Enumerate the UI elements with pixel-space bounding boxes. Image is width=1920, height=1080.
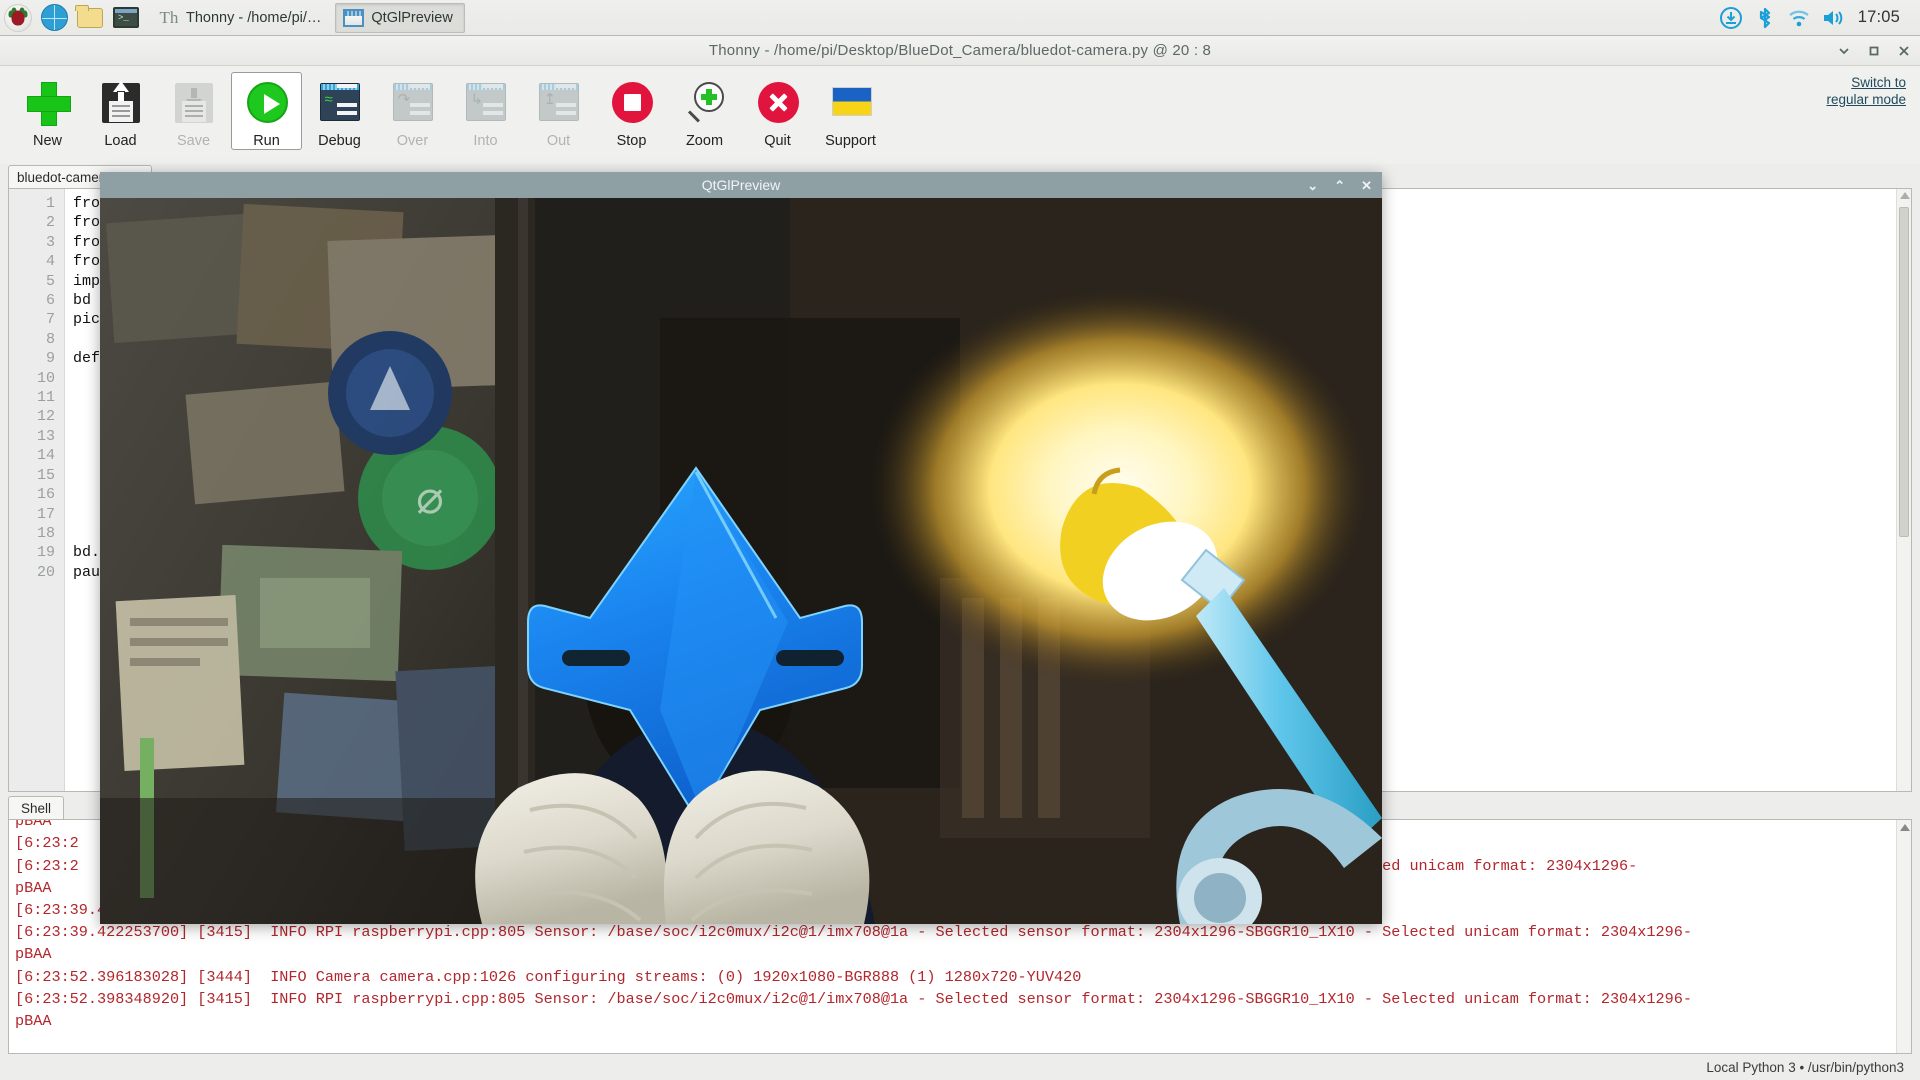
toolbar-button-save[interactable]: Save xyxy=(158,72,229,150)
toolbar-button-over[interactable]: ↷ Over xyxy=(377,72,448,150)
wifi-icon[interactable] xyxy=(1782,0,1816,36)
web-browser-icon[interactable] xyxy=(36,0,72,36)
run-icon xyxy=(243,79,291,127)
thonny-window-controls xyxy=(1836,43,1912,59)
interpreter-status[interactable]: Local Python 3 • /usr/bin/python3 xyxy=(1706,1060,1904,1075)
thonny-window-title: Thonny - /home/pi/Desktop/BlueDot_Camera… xyxy=(0,42,1920,59)
shell-vertical-scrollbar[interactable] xyxy=(1896,820,1911,1053)
raspberry-menu-icon[interactable] xyxy=(0,0,36,36)
line-number-list: 1 2 3 4 5 6 7 8 9 10 11 12 13 14 15 16 1… xyxy=(9,194,64,582)
taskbar-clock[interactable]: 17:05 xyxy=(1850,8,1910,27)
toolbar-button-debug[interactable]: ≈ Debug xyxy=(304,72,375,150)
toolbar-button-stop[interactable]: Stop xyxy=(596,72,667,150)
taskbar-window-qtglpreview[interactable]: QtGlPreview xyxy=(335,3,464,33)
thonny-titlebar: Thonny - /home/pi/Desktop/BlueDot_Camera… xyxy=(0,36,1920,66)
minimize-button[interactable] xyxy=(1836,43,1852,59)
toolbar-label: Debug xyxy=(318,133,361,149)
close-button[interactable]: ✕ xyxy=(1361,179,1372,192)
toolbar-label: Quit xyxy=(764,133,791,149)
zoom-icon xyxy=(681,79,729,127)
step-into-icon: ↳ xyxy=(462,79,510,127)
toolbar-button-support[interactable]: Support xyxy=(815,72,886,150)
debug-icon: ≈ xyxy=(316,79,364,127)
toolbar-button-load[interactable]: Load xyxy=(85,72,156,150)
qtglpreview-window[interactable]: QtGlPreview ⌄ ⌃ ✕ xyxy=(100,172,1382,924)
save-file-icon xyxy=(170,79,218,127)
svg-text:⌀: ⌀ xyxy=(416,470,444,524)
toolbar-label: Support xyxy=(825,133,876,149)
file-manager-icon[interactable] xyxy=(72,0,108,36)
toolbar-label: Save xyxy=(177,133,210,149)
toolbar-label: Over xyxy=(397,133,428,149)
new-file-icon xyxy=(24,79,72,127)
scrollbar-thumb[interactable] xyxy=(1899,207,1909,537)
bluetooth-icon[interactable] xyxy=(1748,0,1782,36)
toolbar-button-new[interactable]: New xyxy=(12,72,83,150)
thonny-statusbar: Local Python 3 • /usr/bin/python3 xyxy=(0,1054,1920,1080)
minimize-button[interactable]: ⌄ xyxy=(1307,179,1318,192)
editor-vertical-scrollbar[interactable] xyxy=(1896,189,1911,791)
qtglpreview-icon xyxy=(343,9,364,27)
qtglpreview-title: QtGlPreview xyxy=(702,177,781,193)
qtglpreview-titlebar[interactable]: QtGlPreview ⌄ ⌃ ✕ xyxy=(100,172,1382,198)
system-tray: 17:05 xyxy=(1714,0,1920,36)
close-button[interactable] xyxy=(1896,43,1912,59)
taskbar-window-thonny[interactable]: Th Thonny - /home/pi/… xyxy=(151,3,333,33)
taskbar-window-label: QtGlPreview xyxy=(371,10,452,26)
maximize-button[interactable] xyxy=(1866,43,1882,59)
toolbar-button-out[interactable]: ↥ Out xyxy=(523,72,594,150)
switch-to-regular-mode-link[interactable]: Switch to regular mode xyxy=(1810,74,1906,108)
toolbar-label: Zoom xyxy=(686,133,723,149)
toolbar-label: Run xyxy=(253,133,280,149)
updates-icon[interactable] xyxy=(1714,0,1748,36)
shell-tab[interactable]: Shell xyxy=(8,796,64,819)
maximize-button[interactable]: ⌃ xyxy=(1334,179,1345,192)
terminal-icon[interactable] xyxy=(108,0,144,36)
toolbar-button-quit[interactable]: Quit xyxy=(742,72,813,150)
camera-preview-video[interactable]: ⌀ xyxy=(100,198,1382,924)
editor-line-numbers: 1 2 3 4 5 6 7 8 9 10 11 12 13 14 15 16 1… xyxy=(9,189,65,791)
taskbar-window-label: Thonny - /home/pi/… xyxy=(186,10,321,26)
load-file-icon xyxy=(97,79,145,127)
stop-icon xyxy=(608,79,656,127)
toolbar-button-into[interactable]: ↳ Into xyxy=(450,72,521,150)
camera-preview-frame: ⌀ xyxy=(100,198,1382,924)
taskbar: Th Thonny - /home/pi/… QtGlPreview 17:05 xyxy=(0,0,1920,36)
thonny-icon: Th xyxy=(159,8,179,28)
ukraine-flag-icon xyxy=(827,79,875,127)
step-out-icon: ↥ xyxy=(535,79,583,127)
toolbar-button-zoom[interactable]: Zoom xyxy=(669,72,740,150)
toolbar-label: Out xyxy=(547,133,570,149)
taskbar-launchers: Th Thonny - /home/pi/… QtGlPreview xyxy=(0,0,466,36)
toolbar-label: Stop xyxy=(617,133,647,149)
toolbar-button-run[interactable]: Run xyxy=(231,72,302,150)
quit-icon xyxy=(754,79,802,127)
thonny-toolbar: New Load Save Run ≈ Debug ↷ xyxy=(0,66,1920,164)
scroll-up-icon[interactable] xyxy=(1900,824,1910,831)
toolbar-label: Load xyxy=(104,133,136,149)
scroll-up-icon[interactable] xyxy=(1900,192,1910,199)
step-over-icon: ↷ xyxy=(389,79,437,127)
volume-icon[interactable] xyxy=(1816,0,1850,36)
toolbar-label: Into xyxy=(473,133,497,149)
shell-tab-label: Shell xyxy=(21,801,51,816)
qtglpreview-window-controls: ⌄ ⌃ ✕ xyxy=(1307,179,1372,192)
toolbar-label: New xyxy=(33,133,62,149)
